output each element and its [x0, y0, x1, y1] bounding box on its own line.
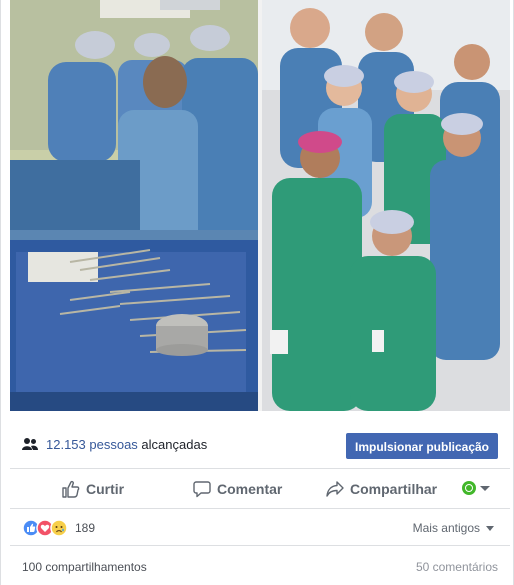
comment-label: Comentar: [217, 481, 283, 497]
reactions-bar: 189 Mais antigos: [10, 509, 510, 545]
reaction-count[interactable]: 189: [75, 521, 95, 535]
post-card: 12.153 pessoas alcançadas Impulsionar pu…: [0, 0, 514, 585]
thumbs-up-icon: [62, 480, 80, 498]
like-label: Curtir: [86, 481, 125, 497]
operating-room-photo[interactable]: [10, 0, 258, 411]
reaction-icons[interactable]: [22, 519, 72, 537]
sad-reaction-icon: [50, 519, 68, 537]
comment-bubble-icon: [193, 481, 211, 498]
reach-bar: 12.153 pessoas alcançadas Impulsionar pu…: [10, 411, 510, 469]
shares-count[interactable]: 100 compartilhamentos: [22, 560, 147, 574]
chevron-down-icon: [480, 485, 490, 491]
share-button[interactable]: Compartilhar: [326, 479, 437, 499]
sort-label: Mais antigos: [412, 521, 480, 535]
people-icon: [22, 438, 38, 450]
photo-collage: [10, 0, 510, 411]
surgical-team-group-photo[interactable]: [262, 0, 510, 411]
comments-count[interactable]: 50 comentários: [416, 560, 498, 574]
reach-text: 12.153 pessoas alcançadas: [46, 437, 207, 452]
reach-count[interactable]: 12.153 pessoas: [46, 437, 138, 452]
boost-post-button[interactable]: Impulsionar publicação: [346, 433, 498, 459]
share-label: Compartilhar: [350, 481, 438, 497]
action-bar: Curtir Comentar Compartilhar: [10, 469, 510, 509]
stats-bar: 100 compartilhamentos 50 comentários: [10, 545, 510, 585]
like-button[interactable]: Curtir: [62, 479, 124, 499]
chevron-down-icon: [486, 525, 494, 531]
reach-suffix: alcançadas: [141, 437, 208, 452]
audience-selector[interactable]: [462, 481, 490, 495]
share-arrow-icon: [326, 481, 344, 497]
comment-button[interactable]: Comentar: [193, 479, 282, 499]
globe-icon: [462, 481, 476, 495]
comment-sort-dropdown[interactable]: Mais antigos: [413, 521, 494, 535]
